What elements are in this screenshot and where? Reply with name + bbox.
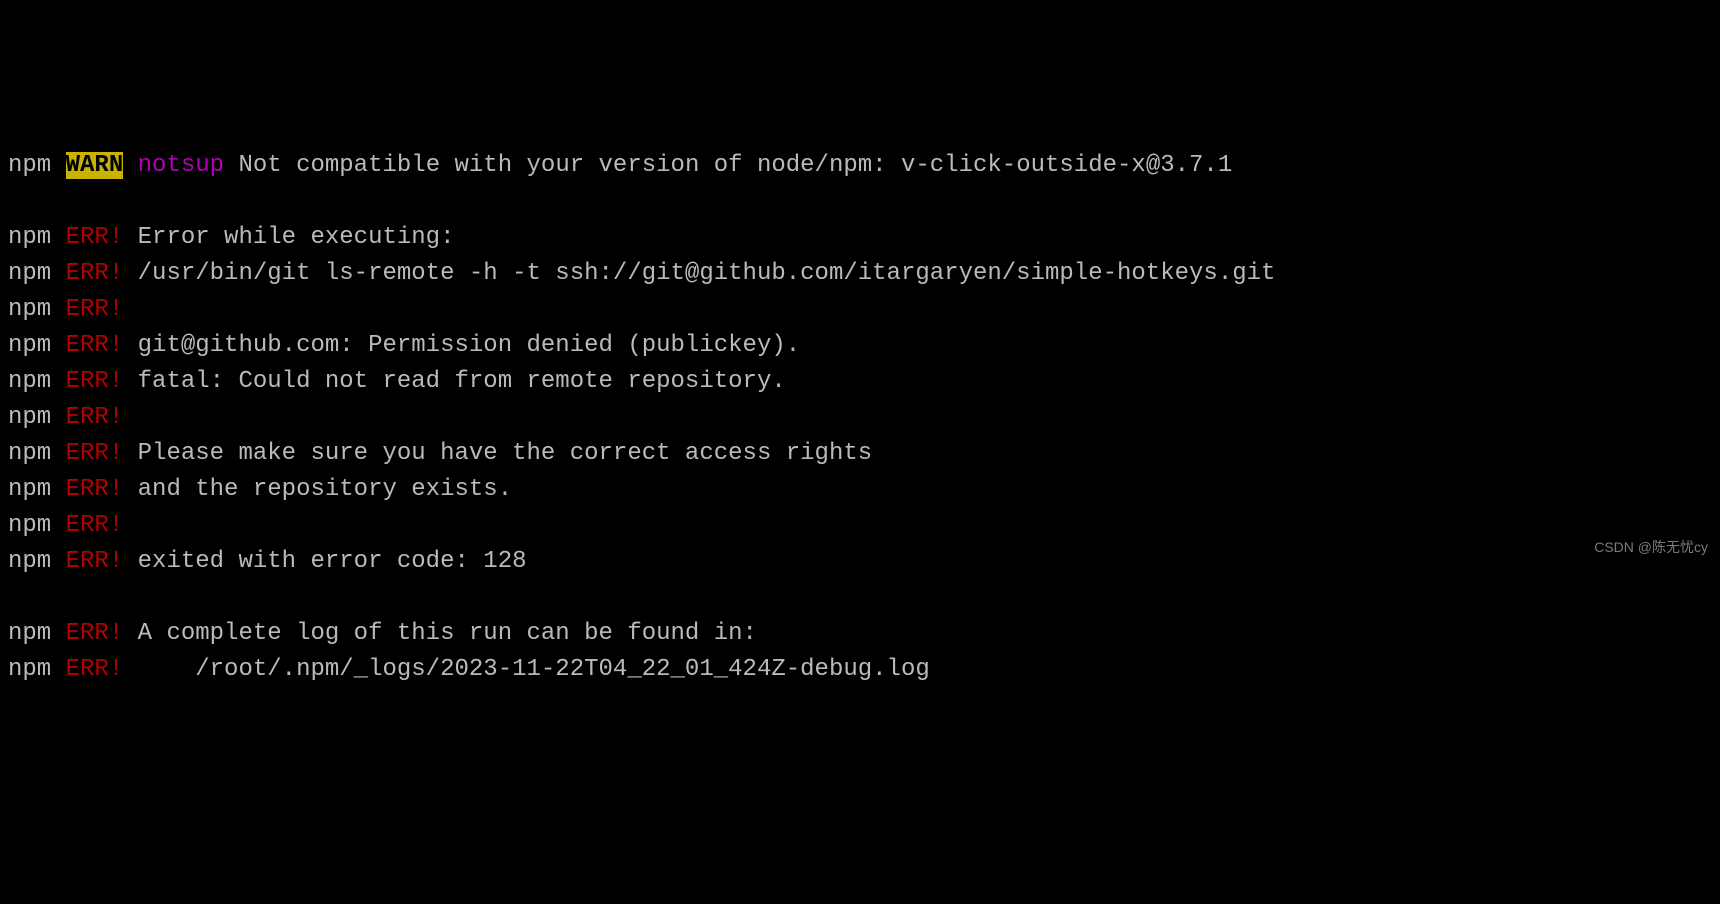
npm-prefix: npm [8,620,51,647]
npm-prefix: npm [8,152,51,179]
log-message: Not compatible with your version of node… [224,152,1232,179]
log-level-err: ERR! [66,656,124,683]
terminal-line: npm ERR! exited with error code: 128 [8,544,1712,580]
npm-prefix: npm [8,512,51,539]
log-message: Error while executing: [123,224,454,251]
watermark: CSDN @陈无忧cy [1594,537,1708,558]
log-message: Please make sure you have the correct ac… [123,440,872,467]
terminal-line: npm WARN notsup Not compatible with your… [8,148,1712,184]
log-level-err: ERR! [66,620,124,647]
npm-prefix: npm [8,476,51,503]
log-message: /usr/bin/git ls-remote -h -t ssh://git@g… [123,260,1275,287]
terminal-line: npm ERR! Error while executing: [8,220,1712,256]
log-sublevel: notsup [138,152,224,179]
terminal-line: npm ERR! A complete log of this run can … [8,616,1712,652]
log-level-err: ERR! [66,440,124,467]
terminal-line: npm ERR! Please make sure you have the c… [8,436,1712,472]
terminal-line: npm ERR! [8,400,1712,436]
terminal-line: npm ERR! fatal: Could not read from remo… [8,364,1712,400]
log-message: git@github.com: Permission denied (publi… [123,332,800,359]
log-level-err: ERR! [66,224,124,251]
log-level-err: ERR! [66,296,124,323]
log-level-err: ERR! [66,512,124,539]
npm-prefix: npm [8,440,51,467]
log-message: /root/.npm/_logs/2023-11-22T04_22_01_424… [123,656,930,683]
log-message: exited with error code: 128 [123,548,526,575]
log-level-err: ERR! [66,368,124,395]
npm-prefix: npm [8,548,51,575]
npm-prefix: npm [8,296,51,323]
terminal-line: npm ERR! /root/.npm/_logs/2023-11-22T04_… [8,652,1712,688]
npm-prefix: npm [8,332,51,359]
log-level-warn: WARN [66,152,124,179]
npm-prefix: npm [8,656,51,683]
terminal-line: npm ERR! [8,292,1712,328]
log-level-err: ERR! [66,332,124,359]
log-message: A complete log of this run can be found … [123,620,757,647]
log-level-err: ERR! [66,404,124,431]
terminal-output: npm WARN notsup Not compatible with your… [8,148,1712,688]
log-level-err: ERR! [66,476,124,503]
terminal-line: npm ERR! git@github.com: Permission deni… [8,328,1712,364]
log-message: fatal: Could not read from remote reposi… [123,368,786,395]
log-level-err: ERR! [66,548,124,575]
npm-prefix: npm [8,260,51,287]
log-message: and the repository exists. [123,476,512,503]
npm-prefix: npm [8,224,51,251]
terminal-line: npm ERR! and the repository exists. [8,472,1712,508]
npm-prefix: npm [8,368,51,395]
terminal-line: npm ERR! [8,508,1712,544]
log-level-err: ERR! [66,260,124,287]
npm-prefix: npm [8,404,51,431]
terminal-line [8,184,1712,220]
terminal-line: npm ERR! /usr/bin/git ls-remote -h -t ss… [8,256,1712,292]
terminal-line [8,580,1712,616]
